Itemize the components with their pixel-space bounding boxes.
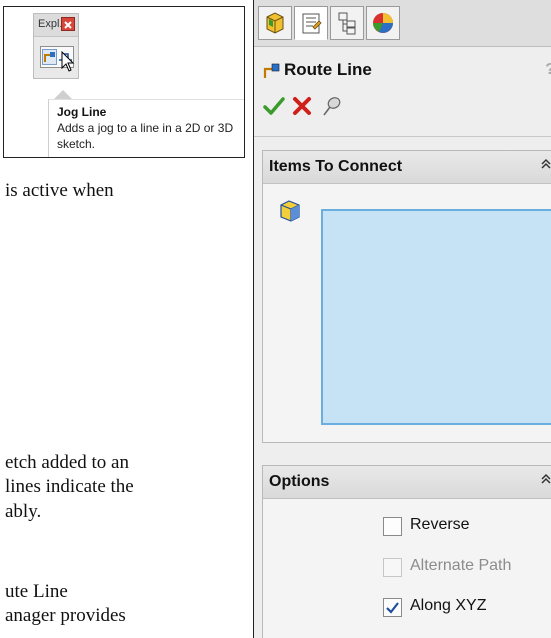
- pushpin-icon[interactable]: [320, 94, 344, 118]
- collapse-chevron-icon[interactable]: [539, 157, 551, 174]
- items-to-connect-header[interactable]: Items To Connect: [263, 151, 551, 184]
- cancel-x-icon[interactable]: [290, 94, 314, 118]
- checkmark-icon: [386, 602, 399, 614]
- option-label: Reverse: [410, 516, 470, 533]
- collapse-chevron-icon[interactable]: [539, 472, 551, 489]
- items-selection-box[interactable]: [321, 209, 551, 425]
- alternate-path-checkbox: [383, 558, 402, 577]
- options-header[interactable]: Options: [263, 466, 551, 499]
- close-icon[interactable]: [61, 17, 75, 31]
- along-xyz-checkbox[interactable]: [383, 598, 402, 617]
- group-title: Items To Connect: [269, 158, 403, 175]
- route-line-propertymanager: Route Line ? Items To Connect: [253, 0, 551, 638]
- manager-tabs: [254, 0, 551, 47]
- mouse-cursor-icon: [61, 50, 75, 73]
- body-text-line: ably.: [5, 501, 42, 522]
- tooltip-popup: Jog Line Adds a jog to a line in a 2D or…: [48, 99, 244, 157]
- group-title: Options: [269, 473, 330, 490]
- featuremanager-icon[interactable]: [258, 6, 292, 40]
- options-group: Options Reverse Alternate Path Along XYZ: [262, 465, 551, 638]
- displaymanager-icon[interactable]: [366, 6, 400, 40]
- configurationmanager-icon[interactable]: [330, 6, 364, 40]
- component-cube-icon: [277, 197, 303, 223]
- body-text-line: anager provides: [5, 605, 126, 626]
- propertymanager-icon[interactable]: [294, 6, 328, 40]
- divider: [254, 136, 551, 137]
- tooltip-description: Adds a jog to a line in a 2D or 3D sketc…: [57, 121, 234, 151]
- route-line-tool-icon[interactable]: [42, 49, 57, 65]
- body-text-line: ute Line: [5, 581, 68, 602]
- option-label: Alternate Path: [410, 557, 512, 574]
- items-to-connect-group: Items To Connect: [262, 150, 551, 443]
- toolbar-title-bar: Expl...: [34, 14, 78, 37]
- jog-line-tooltip-screenshot: Expl... Jog Line Adds a jog to a line in…: [3, 6, 245, 158]
- option-label: Along XYZ: [410, 597, 487, 614]
- action-buttons: [254, 94, 551, 124]
- tooltip-arrow: [54, 90, 72, 99]
- body-text-line: is active when: [5, 180, 114, 201]
- help-icon[interactable]: ?: [545, 61, 551, 79]
- body-text-line: etch added to an: [5, 452, 129, 473]
- reverse-checkbox[interactable]: [383, 517, 402, 536]
- page-title: Route Line: [284, 60, 372, 79]
- ok-checkmark-icon[interactable]: [262, 94, 286, 118]
- route-line-icon: [262, 61, 282, 81]
- tooltip-title: Jog Line: [57, 105, 107, 119]
- body-text-line: lines indicate the: [5, 476, 134, 497]
- propertymanager-header: Route Line ?: [254, 58, 551, 86]
